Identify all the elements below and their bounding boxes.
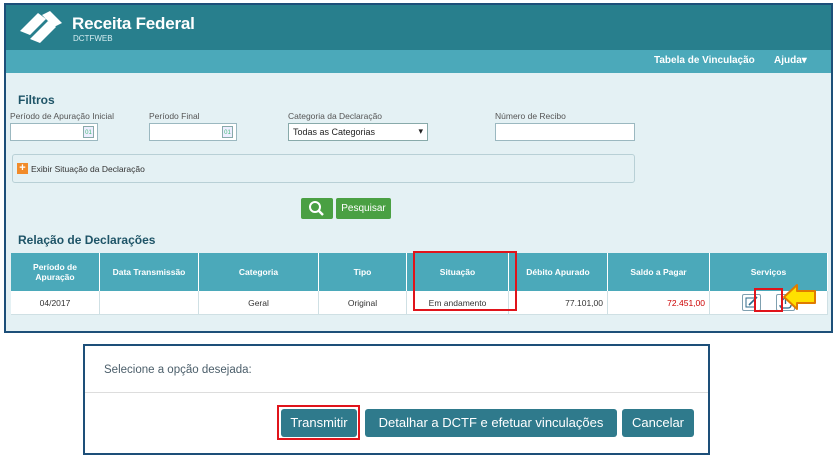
calendar-icon[interactable]: 01 [83,126,94,138]
cell-saldo: 72.451,00 [607,291,710,315]
upload-highlight-box [754,288,783,312]
pesquisar-button[interactable]: Pesquisar [336,198,391,219]
cell-categoria: Geral [198,291,319,315]
transmitir-highlight-box [277,405,360,440]
modal-title: Selecione a opção desejada: [104,364,252,376]
periodo-inicial-label: Período de Apuração Inicial [10,111,114,121]
declarations-title: Relação de Declarações [18,233,156,247]
categoria-label: Categoria da Declaração [288,111,383,121]
app-header: Receita Federal DCTFWEB [6,5,831,50]
periodo-final-label: Período Final [149,111,200,121]
exibir-situacao-label: Exibir Situação da Declaração [31,164,145,174]
cancelar-button[interactable]: Cancelar [622,409,694,437]
calendar-icon[interactable]: 01 [222,126,233,138]
cell-tipo: Original [318,291,407,315]
search-icon-button[interactable] [301,198,333,219]
detalhar-dctf-button[interactable]: Detalhar a DCTF e efetuar vinculações [365,409,617,437]
categoria-selected-value: Todas as Categorias [293,127,376,137]
chevron-down-icon: ▾ [418,126,423,136]
nav-ajuda-dropdown[interactable]: Ajuda▾ [774,55,807,66]
col-tipo: Tipo [318,253,407,291]
recibo-label: Número de Recibo [495,111,566,121]
col-periodo: Período de Apuração [11,253,100,291]
recibo-input[interactable] [495,123,635,141]
exibir-situacao-toggle[interactable]: + Exibir Situação da Declaração [12,154,635,183]
cell-debito: 77.101,00 [508,291,608,315]
filters-title: Filtros [18,93,55,107]
cell-periodo: 04/2017 [11,291,100,315]
cell-data-transmissao [99,291,199,315]
periodo-inicial-input[interactable]: 01 [10,123,98,141]
pointer-arrow-icon [783,284,816,310]
brand-subtitle: DCTFWEB [73,34,113,43]
situacao-highlight-box [413,251,517,311]
search-icon [309,201,324,216]
categoria-select[interactable]: Todas as Categorias ▾ [288,123,428,141]
col-data-transmissao: Data Transmissão [99,253,199,291]
option-modal: Selecione a opção desejada: Transmitir D… [83,344,710,455]
brand-title: Receita Federal [72,14,195,33]
nav-tabela-vinculacao[interactable]: Tabela de Vinculação [654,55,755,66]
col-saldo-pagar: Saldo a Pagar [607,253,710,291]
plus-icon[interactable]: + [17,163,28,174]
modal-header: Selecione a opção desejada: [85,346,708,393]
periodo-final-input[interactable]: 01 [149,123,237,141]
top-navbar: Tabela de Vinculação Ajuda▾ [6,50,831,73]
col-categoria: Categoria [198,253,319,291]
logo-icon [20,11,62,43]
col-debito-apurado: Débito Apurado [508,253,608,291]
